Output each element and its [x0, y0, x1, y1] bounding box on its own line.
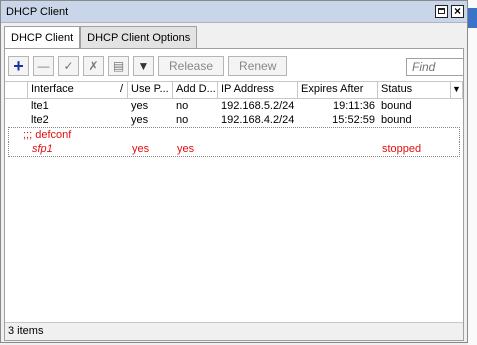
cell-add-default: no [176, 100, 189, 112]
header-ip-address[interactable]: IP Address [218, 82, 298, 98]
dhcp-client-table: Interface / Use P... Add D... IP Address … [5, 81, 463, 157]
close-icon[interactable]: × [451, 5, 464, 18]
table-row[interactable]: lte2 yes no 192.168.4.2/24 15:52:59 boun… [5, 113, 463, 127]
tab-bar: DHCP Client DHCP Client Options [4, 26, 198, 49]
row-comment[interactable]: ;;; defconf [8, 127, 460, 142]
window-title: DHCP Client [6, 5, 69, 18]
cell-status: bound [381, 114, 412, 126]
cell-use-peer: yes [132, 143, 150, 155]
tab-dhcp-client[interactable]: DHCP Client [4, 26, 81, 49]
status-bar: 3 items [5, 322, 463, 340]
header-status[interactable]: Status [378, 82, 451, 98]
enable-icon[interactable]: ✓ [58, 56, 79, 76]
row-flag [5, 99, 28, 113]
find-input[interactable] [406, 58, 464, 76]
background-highlight [468, 8, 477, 28]
disable-icon[interactable]: ✗ [83, 56, 104, 76]
comment-icon[interactable]: ▤ [108, 56, 129, 76]
sort-icon: / [119, 83, 123, 95]
row-flag [9, 142, 29, 156]
filter-icon[interactable]: ▼ [133, 56, 154, 76]
dhcp-client-window: DHCP Client × DHCP Client DHCP Client Op… [0, 0, 468, 343]
cell-expires: 15:52:59 [332, 114, 375, 126]
title-bar[interactable]: DHCP Client × [1, 1, 467, 23]
header-expires-after[interactable]: Expires After [298, 82, 378, 98]
header-interface-label: Interface [31, 83, 74, 95]
renew-button[interactable]: Renew [228, 56, 288, 76]
header-spacer [5, 82, 28, 98]
remove-icon[interactable]: — [33, 56, 54, 76]
tab-dhcp-client-options[interactable]: DHCP Client Options [80, 26, 198, 48]
column-menu-icon[interactable]: ▼ [451, 82, 463, 98]
cell-status: bound [381, 100, 412, 112]
header-use-peer[interactable]: Use P... [128, 82, 173, 98]
cell-interface: sfp1 [32, 143, 53, 155]
cell-interface: lte1 [31, 100, 49, 112]
table-row[interactable]: lte1 yes no 192.168.5.2/24 19:11:36 boun… [5, 99, 463, 113]
cell-interface: lte2 [31, 114, 49, 126]
cell-expires [299, 142, 379, 156]
cell-ip: 192.168.4.2/24 [221, 114, 295, 126]
table-header: Interface / Use P... Add D... IP Address … [5, 81, 463, 99]
table-row-disabled[interactable]: sfp1 yes yes stopped [8, 142, 460, 157]
cell-status: stopped [382, 143, 422, 155]
cell-ip: 192.168.5.2/24 [221, 100, 295, 112]
cell-add-default: no [176, 114, 189, 126]
add-icon[interactable]: + [8, 56, 29, 76]
background-window [468, 0, 477, 345]
maximize-icon[interactable] [435, 5, 448, 18]
cell-expires: 19:11:36 [332, 100, 375, 112]
toolbar: + — ✓ ✗ ▤ ▼ Release Renew [8, 55, 291, 77]
cell-add-default: yes [177, 143, 195, 155]
main-panel: + — ✓ ✗ ▤ ▼ Release Renew Interface / Use… [4, 48, 464, 341]
row-flag [5, 113, 28, 127]
cell-use-peer: yes [131, 114, 149, 126]
release-button[interactable]: Release [158, 56, 225, 76]
header-add-default[interactable]: Add D... [173, 82, 218, 98]
header-interface[interactable]: Interface / [28, 82, 128, 98]
cell-use-peer: yes [131, 100, 149, 112]
cell-ip [219, 142, 299, 156]
